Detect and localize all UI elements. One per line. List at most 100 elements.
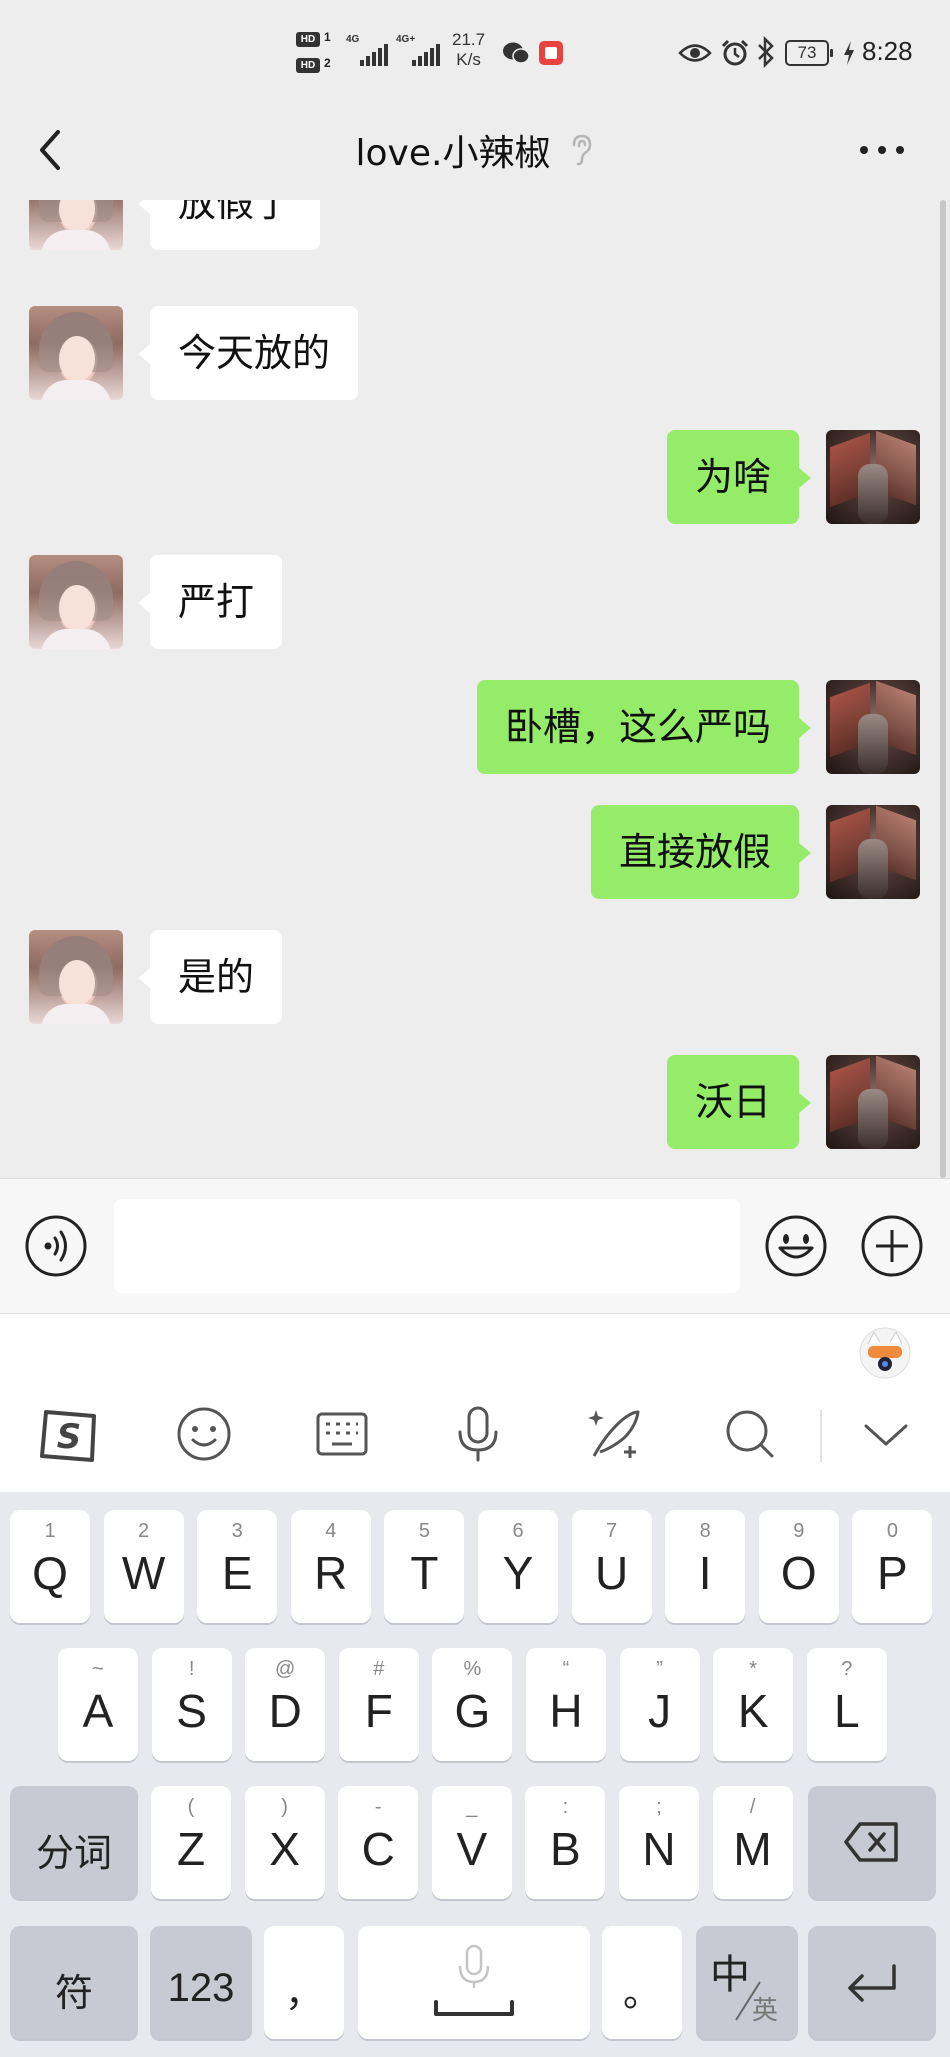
key-hint: - [374, 1796, 382, 1818]
key-label: Y [502, 1547, 534, 1599]
contact-avatar[interactable] [29, 200, 123, 250]
key-label: X [269, 1823, 300, 1875]
language-switch-key[interactable]: 中 英 [696, 1926, 798, 2039]
emoji-button[interactable] [764, 1214, 828, 1278]
sogou-logo-button[interactable]: S [36, 1404, 96, 1464]
key-v[interactable]: _ V [431, 1786, 512, 1899]
key-d[interactable]: @ D [245, 1648, 326, 1761]
key-j[interactable]: ” J [619, 1648, 700, 1761]
key-n[interactable]: ; N [619, 1786, 699, 1899]
ime-toolbar: S [0, 1314, 950, 1492]
my-avatar[interactable] [826, 805, 920, 899]
microphone-icon [458, 1406, 498, 1462]
symbol-key[interactable]: 符 [10, 1926, 138, 2039]
message-bubble[interactable]: 沃日 [666, 1055, 812, 1149]
keyboard-tool-button[interactable] [312, 1404, 372, 1464]
network-speed-unit: K/s [456, 50, 481, 69]
received-message: 是的 [0, 930, 950, 1026]
search-tool-button[interactable] [720, 1404, 780, 1464]
charging-icon [844, 41, 854, 65]
key-label: T [410, 1547, 439, 1599]
contact-avatar[interactable] [29, 930, 123, 1024]
voice-button[interactable] [24, 1214, 88, 1278]
backspace-key[interactable] [808, 1786, 936, 1899]
key-l[interactable]: ? L [806, 1648, 887, 1761]
key-w[interactable]: 2W [103, 1510, 184, 1623]
voice-tool-button[interactable] [448, 1404, 508, 1464]
message-bubble[interactable]: 是的 [137, 930, 283, 1024]
my-avatar[interactable] [826, 430, 920, 524]
clock: 8:28 [862, 36, 913, 66]
ime-mascot-icon[interactable] [858, 1326, 912, 1380]
collapse-keyboard-button[interactable] [856, 1404, 916, 1464]
scrollbar[interactable] [940, 200, 946, 1178]
key-p[interactable]: 0P [852, 1510, 933, 1623]
key-q[interactable]: 1Q [10, 1510, 90, 1623]
emoji-tool-button[interactable] [174, 1404, 234, 1464]
key-label: M [733, 1823, 772, 1875]
key-label: R [314, 1547, 348, 1599]
network-type-1: 4G [346, 34, 360, 45]
key-h[interactable]: “H [526, 1648, 606, 1761]
more-functions-button[interactable] [860, 1214, 924, 1278]
collapse-chevron-icon [864, 1424, 908, 1446]
space-key[interactable] [358, 1926, 590, 2039]
message-bubble[interactable]: 为啥 [666, 430, 812, 524]
key-hint: 7 [606, 1520, 618, 1542]
key-hint: 3 [231, 1520, 243, 1542]
key-label: D [268, 1685, 302, 1737]
network-speed-value: 21.7 [452, 30, 486, 49]
key-t[interactable]: 5T [384, 1510, 465, 1623]
number-key[interactable]: 123 [150, 1926, 252, 2039]
key-u[interactable]: 7U [571, 1510, 652, 1623]
key-e[interactable]: 3E [197, 1510, 278, 1623]
my-avatar[interactable] [826, 680, 920, 774]
period-key[interactable]: 。 [602, 1926, 682, 2039]
message-bubble[interactable]: 今天放的 [137, 306, 359, 400]
key-s[interactable]: ! S [151, 1648, 232, 1761]
key-c[interactable]: -C [338, 1786, 419, 1899]
key-r[interactable]: 4R [290, 1510, 371, 1623]
key-o[interactable]: 9O [758, 1510, 839, 1623]
contact-avatar[interactable] [29, 306, 123, 400]
bluetooth-icon [758, 36, 774, 68]
key-hint: ” [656, 1658, 663, 1680]
key-label: O [780, 1547, 817, 1599]
contact-avatar[interactable] [29, 555, 123, 649]
message-input[interactable] [114, 1199, 740, 1293]
voice-input-icon [25, 1215, 87, 1277]
enter-key[interactable] [808, 1926, 936, 2039]
key-x[interactable]: ) X [244, 1786, 325, 1899]
more-button[interactable] [852, 128, 912, 172]
key-f[interactable]: # F [338, 1648, 419, 1761]
key-m[interactable]: / M [712, 1786, 793, 1899]
key-i[interactable]: 8I [665, 1510, 746, 1623]
segment-key[interactable]: 分词 [10, 1786, 138, 1899]
chat-header: love.小辣椒 [0, 100, 950, 200]
key-label: W [121, 1547, 166, 1599]
key-z[interactable]: (Z [151, 1786, 231, 1899]
key-k[interactable]: * K [713, 1648, 794, 1761]
handwriting-tool-button[interactable] [586, 1404, 646, 1464]
key-y[interactable]: 6Y [478, 1510, 558, 1623]
key-label: Z [176, 1823, 206, 1875]
comma-key-label: ， [284, 1971, 323, 2015]
segment-key-label: 分词 [35, 1831, 112, 1875]
key-b[interactable]: :B [525, 1786, 606, 1899]
key-g[interactable]: % G [432, 1648, 513, 1761]
key-a[interactable]: ~ A [58, 1648, 138, 1761]
message-bubble[interactable]: 直接放假 [590, 805, 812, 899]
key-label: A [82, 1685, 114, 1737]
message-bubble[interactable]: 卧槽，这么严吗 [476, 680, 812, 774]
my-avatar[interactable] [826, 1055, 920, 1149]
message-bubble[interactable]: 放假了 [137, 200, 321, 250]
key-hint: 2 [138, 1520, 150, 1542]
message-list[interactable]: 放假了今天放的为啥严打卧槽，这么严吗直接放假是的沃日 [0, 200, 950, 1178]
message-bubble[interactable]: 严打 [137, 555, 283, 649]
comma-key[interactable]: ， [264, 1926, 344, 2039]
key-label: P [877, 1547, 908, 1599]
emoji-icon [765, 1215, 827, 1277]
status-bar: HD 1 HD 2 4G 4G+ 21.7 K/s 73 8:28 [0, 0, 950, 100]
key-hint: @ [275, 1658, 296, 1680]
key-label: I [698, 1547, 712, 1599]
